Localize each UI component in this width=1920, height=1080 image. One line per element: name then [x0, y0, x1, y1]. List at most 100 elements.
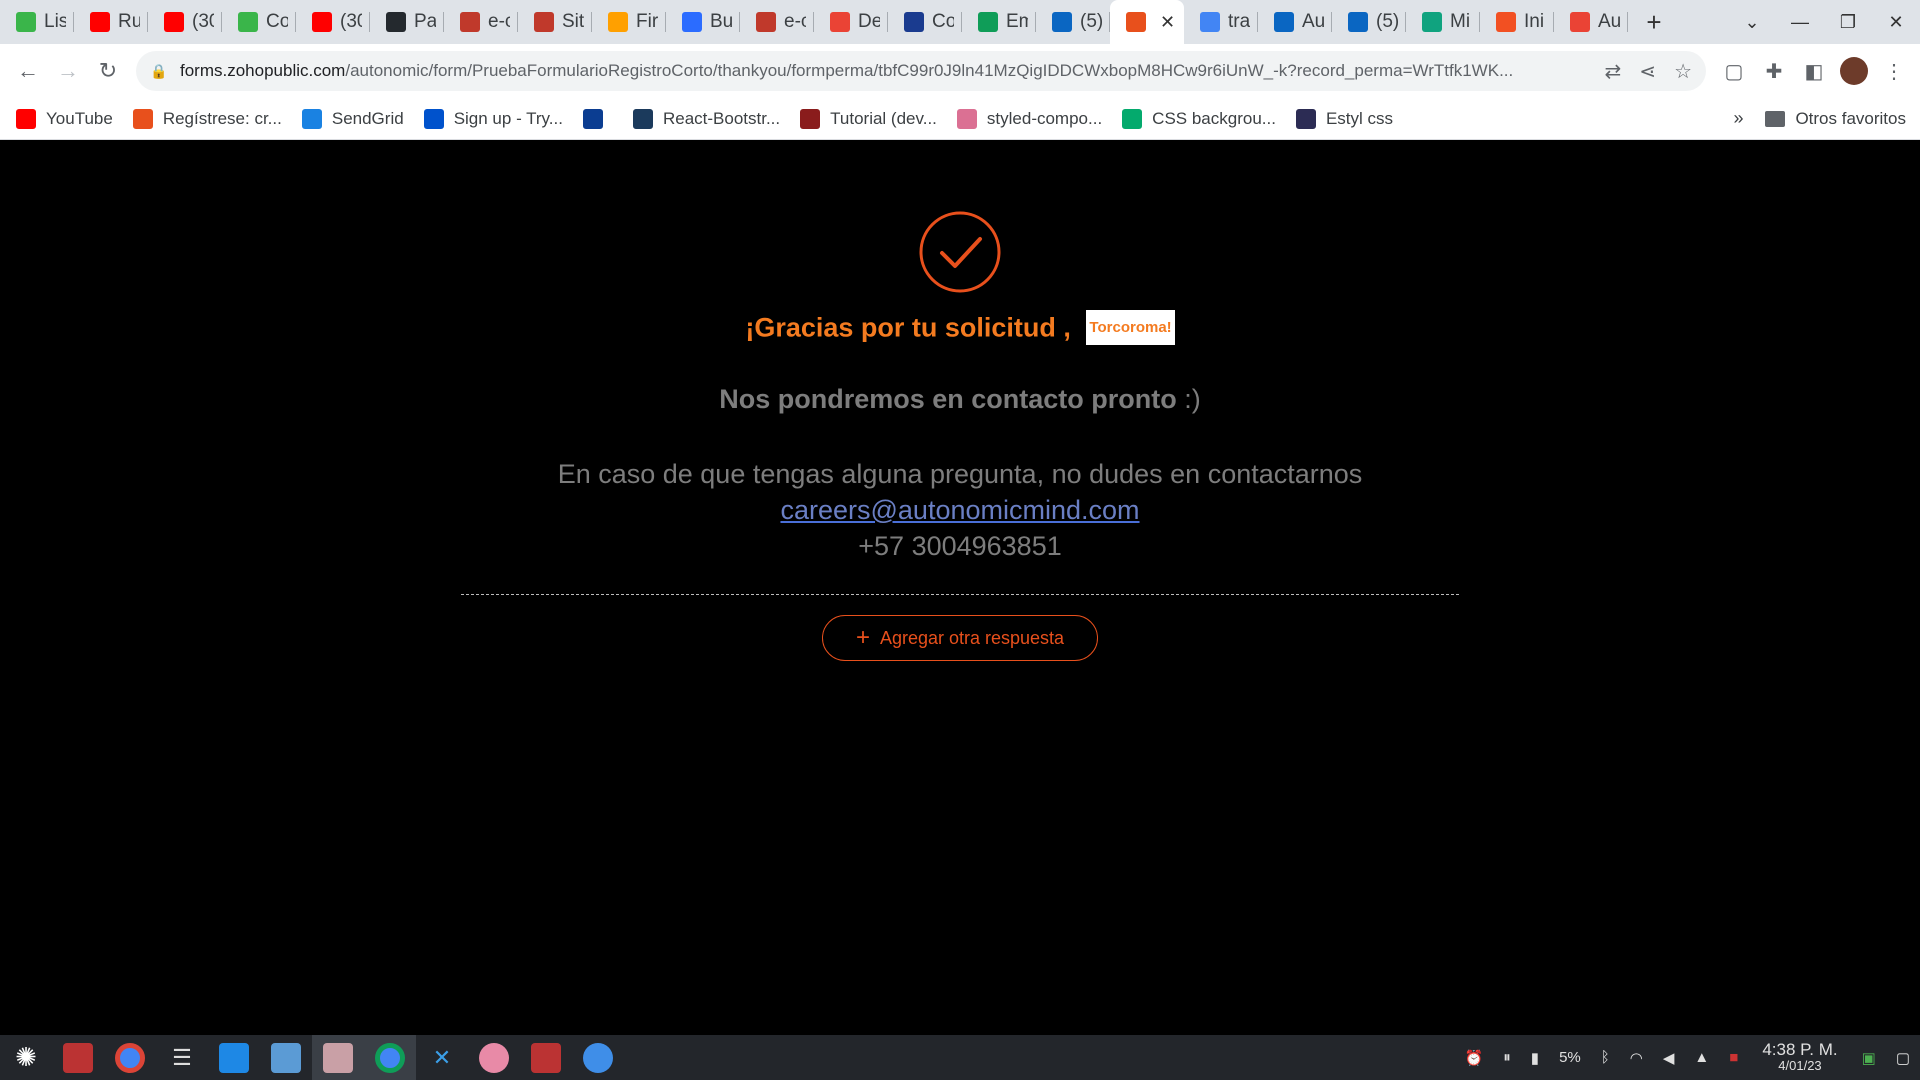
- bookmark-item[interactable]: [582, 108, 613, 129]
- thank-you-heading: ¡Gracias por tu solicitud , Torcoroma!: [0, 310, 1920, 347]
- zoho-icon: [1126, 12, 1146, 32]
- profile-avatar[interactable]: [1840, 57, 1868, 85]
- tab-title: Bu: [710, 11, 732, 32]
- translate-icon[interactable]: ⇄: [1605, 59, 1622, 84]
- minimize-button[interactable]: —: [1776, 12, 1824, 33]
- browser-tab[interactable]: (30: [148, 0, 222, 44]
- bookmark-item[interactable]: Tutorial (dev...: [800, 108, 937, 129]
- clock[interactable]: 4:38 P. M. 4/01/23: [1762, 1041, 1837, 1074]
- taskbar-settings-icon[interactable]: ☰: [156, 1035, 208, 1080]
- menu-icon[interactable]: ⋮: [1874, 59, 1914, 84]
- browser-tab[interactable]: tra: [1184, 0, 1258, 44]
- tray-app-icon[interactable]: ■: [1729, 1049, 1738, 1066]
- browser-tab[interactable]: Lis: [0, 0, 74, 44]
- extension-icon[interactable]: ▢: [1714, 59, 1754, 84]
- close-tab-icon[interactable]: ✕: [1160, 12, 1175, 33]
- forward-button[interactable]: →: [48, 58, 88, 84]
- respondent-name: Torcoroma!: [1086, 310, 1175, 345]
- volume-icon[interactable]: ◀: [1663, 1049, 1675, 1067]
- browser-tab[interactable]: Sit: [518, 0, 592, 44]
- browser-tab[interactable]: Au: [1258, 0, 1332, 44]
- bookmark-item[interactable]: Estyl css: [1295, 108, 1393, 129]
- battery-icon[interactable]: ▮: [1531, 1049, 1539, 1067]
- taskbar-files-icon[interactable]: [260, 1035, 312, 1080]
- email-link[interactable]: careers@autonomicmind.com: [780, 495, 1139, 525]
- alarm-icon[interactable]: ⏰: [1465, 1049, 1484, 1067]
- estyl-icon: [1295, 108, 1316, 129]
- wifi-icon[interactable]: ◠: [1630, 1049, 1643, 1067]
- lock-icon[interactable]: 🔒: [150, 63, 167, 80]
- restore-button[interactable]: ❐: [1824, 12, 1872, 33]
- taskbar-app2-icon[interactable]: [468, 1035, 520, 1080]
- bookmark-item[interactable]: CSS backgrou...: [1122, 108, 1276, 129]
- youtube-icon: [16, 108, 36, 129]
- chatgpt-icon: [1422, 12, 1442, 32]
- taskbar-vscode-icon[interactable]: ✕: [416, 1035, 468, 1080]
- taskbar-browser-icon[interactable]: [572, 1035, 624, 1080]
- browser-tab[interactable]: Ru: [74, 0, 148, 44]
- pause-icon[interactable]: ⏸: [1503, 1049, 1511, 1066]
- url-path: /autonomic/form/PruebaFormularioRegistro…: [345, 61, 1514, 80]
- more-bookmarks-icon[interactable]: »: [1733, 108, 1743, 129]
- bookmark-item[interactable]: styled-compo...: [956, 108, 1103, 129]
- bookmark-label: SendGrid: [331, 108, 404, 128]
- contact-message-bold: Nos pondremos en contacto pronto: [719, 384, 1177, 414]
- bookmark-label: styled-compo...: [986, 108, 1103, 128]
- tab-search-icon[interactable]: ⌄: [1728, 12, 1776, 33]
- extensions-puzzle-icon[interactable]: ✚: [1754, 59, 1794, 84]
- bookmark-item[interactable]: SendGrid: [301, 108, 404, 129]
- tab-title: Co: [932, 11, 954, 32]
- bookmark-item[interactable]: React-Bootstr...: [632, 108, 780, 129]
- browser-tab[interactable]: Ini: [1480, 0, 1554, 44]
- show-desktop-icon[interactable]: ▢: [1896, 1049, 1910, 1067]
- tab-title: (30: [340, 11, 362, 32]
- bookmark-item[interactable]: Sign up - Try...: [423, 108, 563, 129]
- address-bar[interactable]: 🔒 forms.zohopublic.com/autonomic/form/Pr…: [136, 51, 1706, 91]
- share-icon[interactable]: ⋖: [1639, 59, 1656, 84]
- back-button[interactable]: ←: [8, 58, 48, 84]
- start-menu-icon[interactable]: ✺: [0, 1035, 52, 1080]
- tray-expand-icon[interactable]: ▲: [1694, 1049, 1709, 1066]
- browser-tab[interactable]: (5): [1036, 0, 1110, 44]
- reload-button[interactable]: ↻: [88, 58, 128, 84]
- tab-title: (30: [192, 11, 214, 32]
- tab-title: Sit: [562, 11, 584, 32]
- browser-tab[interactable]: ✕: [1110, 0, 1184, 44]
- bluetooth-icon[interactable]: ᛒ: [1601, 1049, 1610, 1066]
- browser-tab[interactable]: Co: [222, 0, 296, 44]
- close-window-button[interactable]: ✕: [1872, 12, 1920, 33]
- linkedin-icon: [1052, 12, 1072, 32]
- bookmark-label: Sign up - Try...: [453, 108, 563, 128]
- bookmark-item[interactable]: Regístrese: cr...: [132, 108, 282, 129]
- taskbar-app3-icon[interactable]: [520, 1035, 572, 1080]
- browser-tab[interactable]: (5): [1332, 0, 1406, 44]
- taskbar-app-icon[interactable]: [52, 1035, 104, 1080]
- divider: [461, 594, 1459, 595]
- browser-tab[interactable]: Em: [962, 0, 1036, 44]
- add-response-button[interactable]: + Agregar otra respuesta: [822, 615, 1098, 661]
- taskbar-store-icon[interactable]: [208, 1035, 260, 1080]
- browser-tab[interactable]: (30: [296, 0, 370, 44]
- dev-icon: [800, 108, 821, 129]
- notification-icon[interactable]: ▣: [1862, 1049, 1876, 1067]
- bookmark-item[interactable]: YouTube: [16, 108, 113, 129]
- window-controls: ⌄ — ❐ ✕: [1728, 12, 1920, 33]
- bookmarks-bar: YouTube Regístrese: cr... SendGrid Sign up …: [0, 98, 1920, 140]
- taskbar-image-viewer-icon[interactable]: [312, 1035, 364, 1080]
- taskbar-chrome-active-icon[interactable]: [364, 1035, 416, 1080]
- browser-tab[interactable]: Pa: [370, 0, 444, 44]
- other-bookmarks-folder[interactable]: Otros favoritos: [1765, 109, 1906, 129]
- browser-tab[interactable]: De: [814, 0, 888, 44]
- browser-tab[interactable]: Fir: [592, 0, 666, 44]
- taskbar-chrome-icon[interactable]: [104, 1035, 156, 1080]
- bookmark-star-icon[interactable]: ☆: [1674, 59, 1692, 84]
- url-text[interactable]: forms.zohopublic.com/autonomic/form/Prue…: [180, 61, 1587, 81]
- browser-tab[interactable]: Co: [888, 0, 962, 44]
- browser-tab[interactable]: Bu: [666, 0, 740, 44]
- browser-tab[interactable]: e-c: [444, 0, 518, 44]
- browser-tab[interactable]: Au: [1554, 0, 1628, 44]
- new-tab-button[interactable]: +: [1632, 0, 1676, 44]
- browser-tab[interactable]: e-c: [740, 0, 814, 44]
- browser-tab[interactable]: Mi: [1406, 0, 1480, 44]
- side-panel-icon[interactable]: ◧: [1794, 59, 1834, 84]
